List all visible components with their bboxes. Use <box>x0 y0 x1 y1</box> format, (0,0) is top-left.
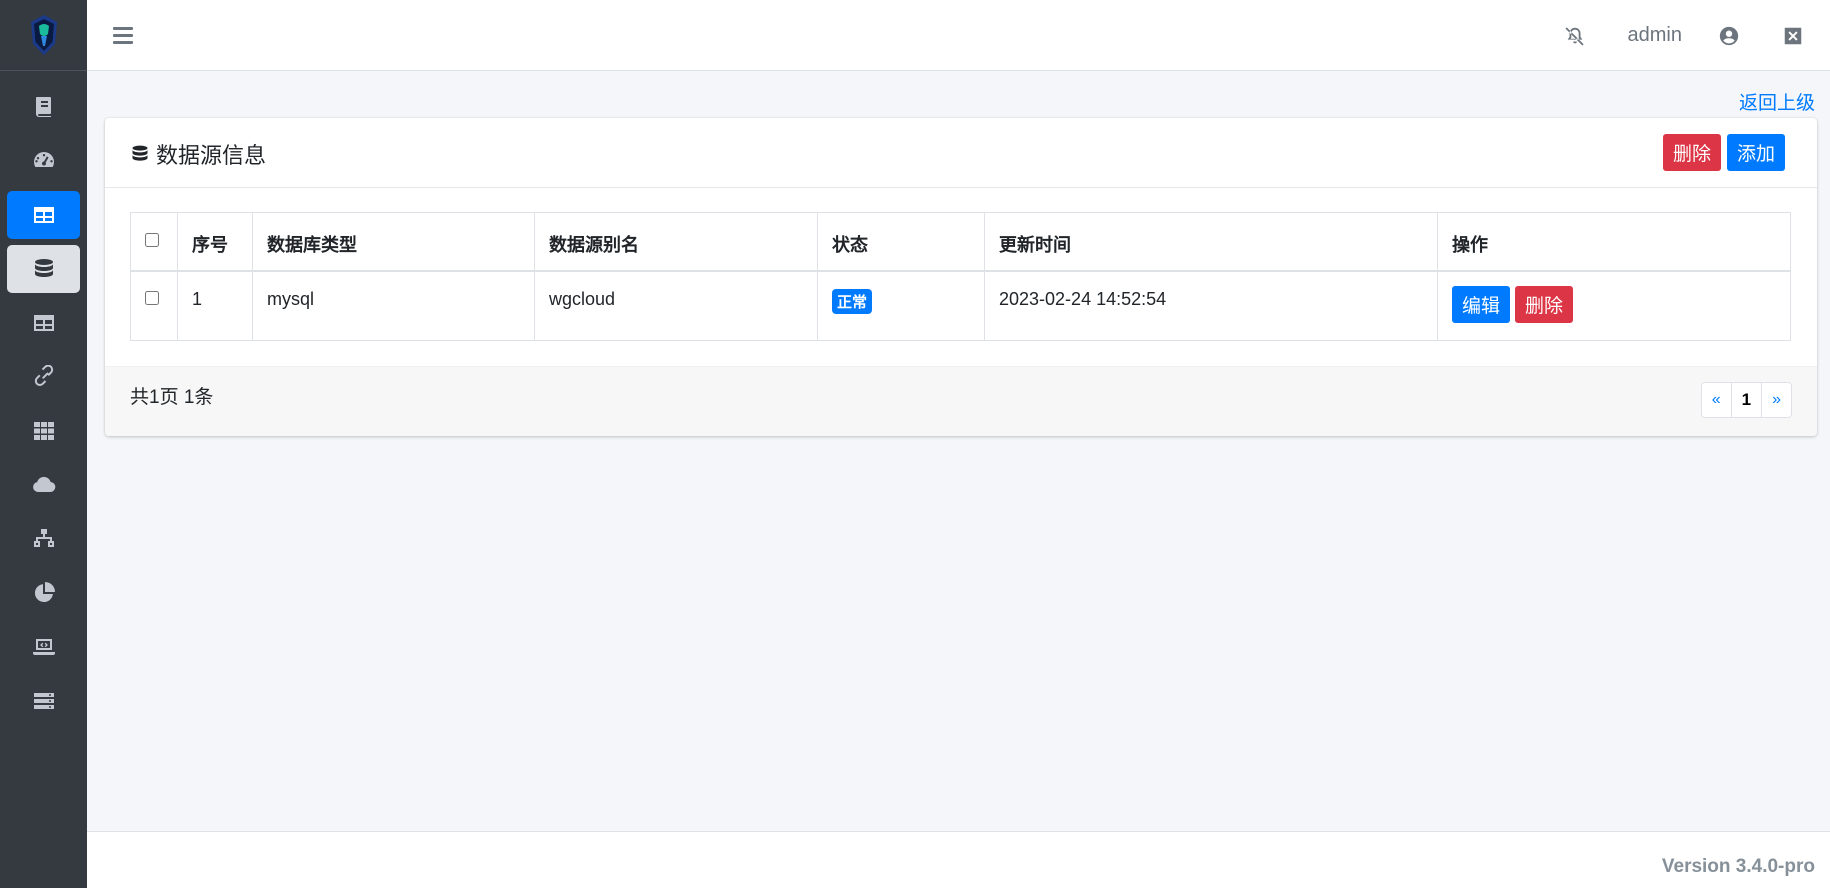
pagination-summary: 共1页 1条 <box>130 387 214 408</box>
datasource-table: 序号 数据库类型 数据源别名 状态 更新时间 操作 1 mysql wgclou… <box>130 212 1791 341</box>
sidebar-item-cloud[interactable] <box>7 461 80 509</box>
top-navbar: admin <box>87 0 1830 71</box>
laptop-code-icon <box>32 639 55 655</box>
sidebar-item-table[interactable] <box>7 299 80 347</box>
cell-db-type: mysql <box>252 270 535 341</box>
cell-alias: wgcloud <box>534 270 818 341</box>
grid-icon <box>33 422 54 440</box>
navbar-right: admin <box>1564 0 1830 71</box>
pie-chart-icon <box>34 582 55 603</box>
menu-toggle-button[interactable] <box>113 23 135 47</box>
server-icon <box>33 693 54 709</box>
sidebar-item-laptop-code[interactable] <box>7 623 80 671</box>
select-all-checkbox[interactable] <box>145 233 159 247</box>
table-row: 1 mysql wgcloud 正常 2023-02-24 14:52:54 编… <box>130 270 1791 341</box>
hamburger-icon <box>113 27 133 44</box>
sidebar-item-server[interactable] <box>7 677 80 725</box>
sidebar <box>0 0 87 888</box>
table-icon <box>33 207 54 223</box>
cell-status: 正常 <box>817 270 985 341</box>
table-header-row: 序号 数据库类型 数据源别名 状态 更新时间 操作 <box>130 212 1791 272</box>
database-icon <box>132 145 148 161</box>
column-header: 数据库类型 <box>252 212 535 272</box>
window-close-icon <box>1784 27 1802 44</box>
row-checkbox-cell <box>130 270 178 341</box>
column-header: 操作 <box>1437 212 1791 272</box>
edit-button[interactable]: 编辑 <box>1452 285 1511 323</box>
column-header: 状态 <box>817 212 985 272</box>
link-icon <box>34 365 53 386</box>
card-header: 数据源信息 删除 添加 <box>105 118 1817 188</box>
sidebar-item-book[interactable] <box>7 83 80 131</box>
dashboard-icon <box>33 152 54 167</box>
book-icon <box>35 97 51 117</box>
database-icon <box>34 259 53 277</box>
card-footer: 共1页 1条 « 1 » <box>105 366 1817 436</box>
column-header: 序号 <box>177 212 253 272</box>
cell-index: 1 <box>177 270 253 341</box>
row-checkbox[interactable] <box>145 290 159 305</box>
card-title: 数据源信息 <box>130 138 266 170</box>
user-circle-icon <box>1719 26 1739 45</box>
card-tools: 删除 添加 <box>1657 134 1785 171</box>
sidebar-item-grid[interactable] <box>7 407 80 455</box>
card-title-text: 数据源信息 <box>156 143 267 168</box>
network-icon <box>33 529 54 547</box>
table-icon <box>33 315 54 331</box>
brand[interactable] <box>0 0 87 71</box>
add-button[interactable]: 添加 <box>1726 134 1785 171</box>
page-footer: Version 3.4.0-pro <box>87 831 1830 888</box>
sidebar-item-table-active[interactable] <box>7 191 80 239</box>
datasource-card: 数据源信息 删除 添加 序号 数据库类型 数据源别名 状态 更新时间 操作 1 … <box>105 118 1817 436</box>
user-menu-button[interactable] <box>1718 25 1740 47</box>
cloud-icon <box>32 476 55 493</box>
page-prev-button[interactable]: « <box>1702 383 1731 417</box>
back-link[interactable]: 返回上级 <box>1739 88 1815 115</box>
sidebar-item-link[interactable] <box>7 353 80 401</box>
row-delete-button[interactable]: 删除 <box>1515 285 1574 323</box>
column-header: 更新时间 <box>984 212 1438 272</box>
notifications-button[interactable] <box>1564 25 1586 47</box>
header-checkbox-cell <box>130 212 178 272</box>
sidebar-item-network[interactable] <box>7 515 80 563</box>
cell-actions: 编辑 删除 <box>1437 270 1791 341</box>
version-text: Version 3.4.0-pro <box>1661 856 1815 877</box>
page-current[interactable]: 1 <box>1730 383 1761 417</box>
sidebar-item-database[interactable] <box>7 245 80 293</box>
sidebar-item-dashboard[interactable] <box>7 137 80 185</box>
card-body: 序号 数据库类型 数据源别名 状态 更新时间 操作 1 mysql wgclou… <box>105 188 1817 366</box>
page-next-button[interactable]: » <box>1761 383 1791 417</box>
bell-slash-icon <box>1564 26 1584 46</box>
pagination: « 1 » <box>1700 382 1792 418</box>
status-badge: 正常 <box>832 288 873 314</box>
sidebar-nav <box>0 71 87 725</box>
logo-icon <box>30 15 57 55</box>
bulk-delete-button[interactable]: 删除 <box>1662 134 1721 171</box>
cell-updated: 2023-02-24 14:52:54 <box>984 270 1438 341</box>
sidebar-item-pie-chart[interactable] <box>7 569 80 617</box>
logout-button[interactable] <box>1782 25 1804 47</box>
column-header: 数据源别名 <box>534 212 818 272</box>
user-name[interactable]: admin <box>1628 24 1682 47</box>
